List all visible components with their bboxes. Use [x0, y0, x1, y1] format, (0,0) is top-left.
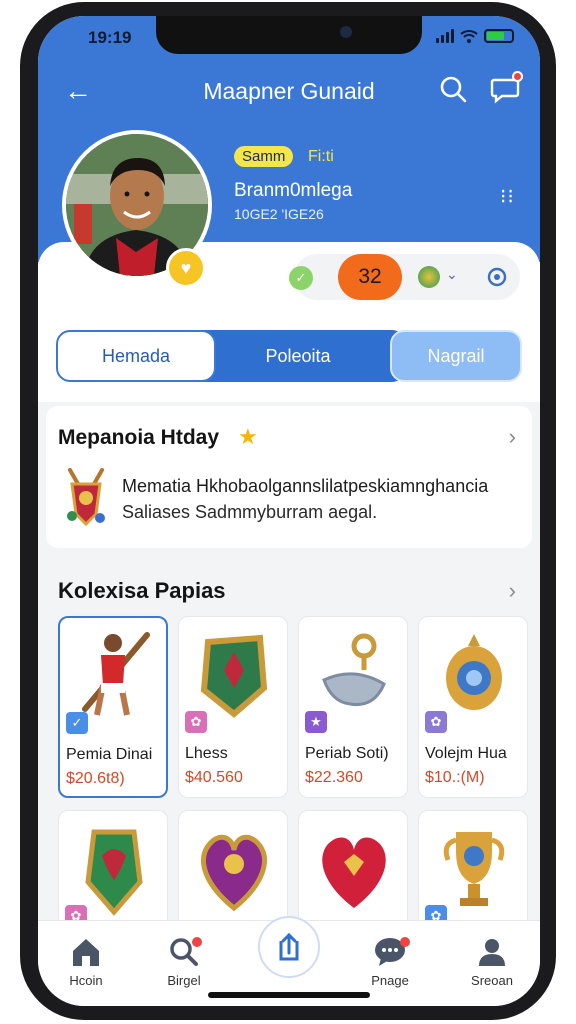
check-badge-icon: ✓: [289, 266, 313, 290]
upload-button[interactable]: [258, 916, 320, 978]
notification-dot: [512, 71, 523, 82]
heart-shield-icon: [179, 811, 287, 929]
more-options-icon[interactable]: ⁝⁝: [500, 187, 515, 207]
flag-icon: [418, 266, 440, 288]
item-name: Volejm Hua: [425, 745, 507, 762]
nav-search[interactable]: Birgel: [144, 935, 224, 988]
wifi-icon: [460, 30, 478, 43]
top-bar: ← Maapner Gunaid: [38, 71, 540, 112]
nav-home[interactable]: Hcoin: [46, 935, 126, 988]
item-price: $20.6t8): [66, 770, 125, 787]
item-name: Pemia Dinai: [66, 746, 153, 763]
verified-badge-icon: ♥: [166, 248, 206, 288]
status-time: 19:19: [88, 28, 132, 47]
nav-messages[interactable]: Pnage: [350, 935, 430, 988]
home-icon: [73, 939, 99, 966]
messages-button[interactable]: [490, 71, 523, 104]
notification-dot: [192, 937, 202, 947]
chevron-right-icon[interactable]: ›: [509, 424, 516, 450]
flower-icon: ✿: [425, 711, 447, 733]
item-price: $22.360: [305, 769, 363, 786]
camera-icon: [340, 26, 352, 38]
tab-second[interactable]: Poleoita: [190, 330, 406, 382]
star-badge-icon: ★: [305, 711, 327, 733]
star-icon: ★: [238, 424, 258, 449]
search-icon[interactable]: [438, 74, 468, 104]
notification-dot: [400, 937, 410, 947]
status-icons: [436, 29, 514, 43]
nav-label: Hcoin: [69, 973, 103, 988]
nav-profile[interactable]: Sreoan: [452, 935, 532, 988]
nav-label: Birgel: [167, 973, 201, 988]
trophy-shield-icon: [67, 468, 105, 527]
stats-bar: ✓ 32 ⌄: [289, 254, 520, 300]
flower-icon: ✿: [185, 711, 207, 733]
chevron-down-icon[interactable]: ⌄: [446, 266, 458, 283]
featured-card[interactable]: Mepanoia Htday ★ › Mematia Hkhobaolganns…: [46, 406, 532, 548]
featured-title: Mepanoia Htday: [58, 426, 220, 449]
signal-icon: [436, 29, 454, 43]
tab-third[interactable]: Nagrail: [390, 330, 522, 382]
item-name: Periab Soti): [305, 745, 389, 762]
home-indicator: [208, 992, 370, 998]
collection-item[interactable]: ✿ Volejm Hua $10.:(M): [418, 616, 528, 798]
tab-first[interactable]: Hemada: [56, 330, 216, 382]
featured-subdescription: Saliases Sadmmyburram aegal.: [122, 502, 378, 522]
profile-tag-extra: Fi:ti: [308, 148, 334, 165]
twitter-icon: ✓: [66, 712, 88, 734]
tab-bar: Poleoita Hemada Nagrail: [56, 330, 524, 382]
nav-label: Pnage: [371, 973, 409, 988]
collection-item[interactable]: ✿ Lhess $40.560: [178, 616, 288, 798]
score-pill[interactable]: 32: [338, 254, 402, 300]
battery-icon: [484, 29, 514, 43]
item-price: $40.560: [185, 769, 243, 786]
upload-icon: [279, 932, 299, 961]
chevron-right-icon[interactable]: ›: [509, 578, 516, 604]
profile-subtitle: 10GE2 'IGE26: [234, 206, 324, 222]
collection-item[interactable]: ✓ Pemia Dinai $20.6t8): [58, 616, 168, 798]
profile-name: Branm0mlega: [234, 180, 353, 201]
nav-label: Sreoan: [471, 973, 513, 988]
item-name: Lhess: [185, 745, 228, 762]
settings-icon[interactable]: [484, 264, 510, 290]
notch: [156, 16, 422, 54]
heart-icon: [299, 811, 407, 929]
profile-icon: [479, 939, 505, 966]
collection-title: Kolexisa Papias: [58, 578, 226, 603]
collection-item[interactable]: ★ Periab Soti) $22.360: [298, 616, 408, 798]
item-price: $10.:(M): [425, 769, 485, 786]
featured-description: Mematia Hkhobaolgannslilatpeskiamnghanci…: [122, 476, 489, 496]
app-screen: 19:19 ← Maapner Gunaid ♥ Samm Fi:ti Bran…: [38, 16, 540, 1006]
profile-tag: Samm: [234, 146, 294, 167]
